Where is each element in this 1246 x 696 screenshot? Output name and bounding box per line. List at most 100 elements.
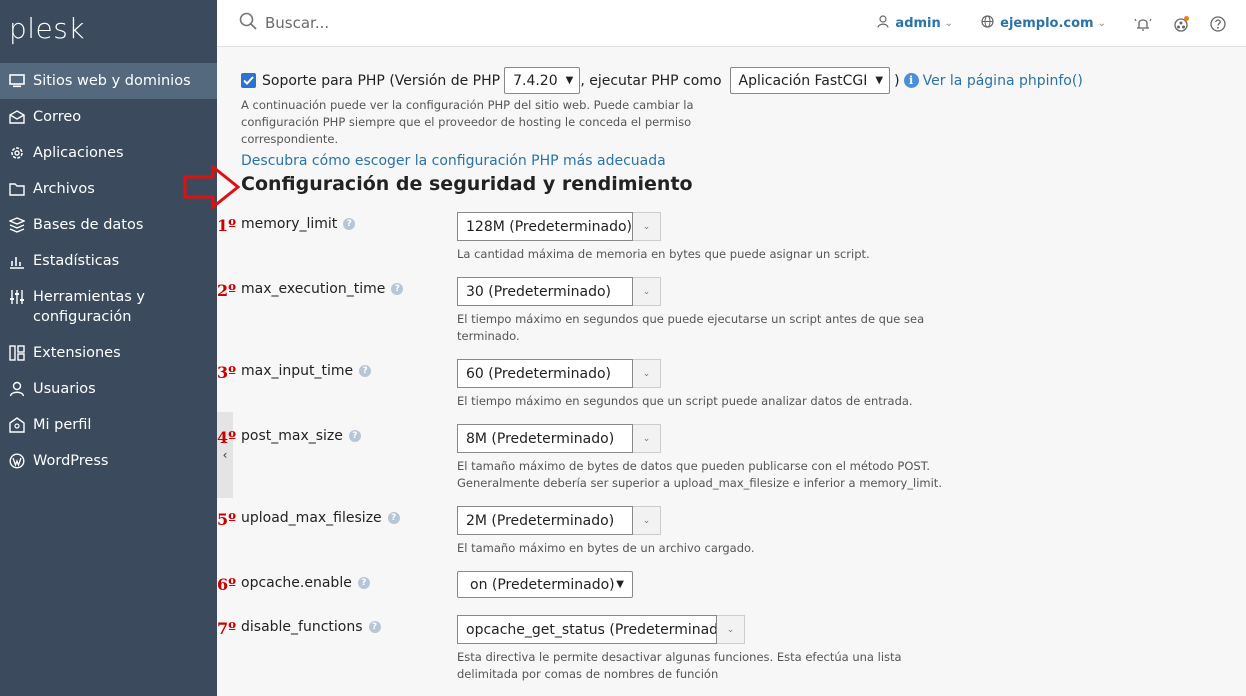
php-handler-label: , ejecutar PHP como — [580, 72, 722, 89]
sidebar-item-sitios-web[interactable]: Sitios web y dominios — [0, 63, 217, 99]
field-hint: El tamaño máximo de bytes de datos que p… — [457, 459, 942, 490]
sidebar-item-label: Sitios web y dominios — [33, 73, 191, 89]
field-name: post_max_size — [241, 428, 343, 444]
opcache-enable-select[interactable]: on (Predeterminado) ▼ — [457, 571, 633, 598]
post-max-size-input[interactable]: 8M (Predeterminado) — [457, 424, 633, 453]
help-icon[interactable]: ? — [387, 512, 400, 524]
field-marker: 2º — [217, 281, 237, 300]
field-hint: El tamaño máximo en bytes de un archivo … — [457, 541, 755, 555]
chevron-down-icon[interactable]: ⌄ — [633, 212, 661, 241]
field-label: disable_functions? — [241, 619, 381, 635]
sidebar-item-label: Archivos — [33, 181, 95, 197]
phpinfo-link[interactable]: Ver la página phpinfo() — [923, 73, 1083, 89]
chevron-down-icon[interactable]: ⌄ — [633, 424, 661, 453]
field-label: memory_limit? — [241, 216, 356, 232]
chevron-down-icon: ⌄ — [1097, 18, 1106, 29]
chevron-down-icon[interactable]: ⌄ — [633, 277, 661, 306]
sidebar-collapse-handle[interactable]: ‹ — [217, 412, 233, 498]
help-icon[interactable]: ? — [391, 283, 404, 295]
chevron-down-icon: ⌄ — [944, 18, 954, 29]
max-input-time-input[interactable]: 60 (Predeterminado) — [457, 359, 633, 388]
profile-icon — [8, 416, 26, 434]
help-icon[interactable]: ? — [368, 621, 381, 633]
sidebar-nav: Sitios web y dominios Correo Aplicacione… — [0, 63, 217, 479]
field-marker: 3º — [217, 363, 237, 382]
disable-functions-combobox[interactable]: opcache_get_status (Predeterminado ⌄ — [457, 615, 745, 644]
disable-functions-input[interactable]: opcache_get_status (Predeterminado — [457, 615, 717, 644]
max-execution-time-combobox[interactable]: 30 (Predeterminado) ⌄ — [457, 277, 661, 306]
chevron-down-icon[interactable]: ⌄ — [717, 615, 745, 644]
php-support-checkbox[interactable] — [241, 73, 256, 88]
user-icon — [877, 15, 890, 32]
sidebar-item-label: Aplicaciones — [33, 145, 124, 161]
php-handler-select[interactable]: Aplicación FastCGI ▼ — [729, 67, 891, 94]
stats-icon — [8, 252, 26, 270]
plesk-logo[interactable]: plesk — [9, 12, 85, 45]
gear-icon — [8, 144, 26, 162]
upload-max-filesize-combobox[interactable]: 2M (Predeterminado) ⌄ — [457, 506, 661, 535]
field-label: max_input_time? — [241, 363, 372, 379]
field-hint: El tiempo máximo en segundos que un scri… — [457, 394, 913, 408]
domain-menu[interactable]: ejemplo.com ⌄ — [981, 15, 1106, 32]
help-icon[interactable]: ? — [357, 577, 370, 589]
help-icon[interactable]: ? — [343, 218, 356, 230]
sidebar-item-label: Herramientas y configuración — [33, 289, 145, 325]
field-marker: 5º — [217, 510, 237, 529]
search-icon — [239, 12, 257, 34]
field-label: opcache.enable? — [241, 575, 370, 591]
section-title: Configuración de seguridad y rendimiento — [241, 173, 693, 195]
opcache-enable-value: on (Predeterminado) — [470, 576, 615, 593]
red-arrow-marker — [183, 163, 241, 213]
sidebar-item-label: Correo — [33, 109, 82, 125]
field-hint: La cantidad máxima de memoria en bytes q… — [457, 247, 870, 261]
sidebar-item-label: Usuarios — [33, 381, 96, 397]
sidebar-item-label: WordPress — [33, 453, 109, 469]
memory-limit-combobox[interactable]: 128M (Predeterminado) ⌄ — [457, 212, 661, 241]
search-input[interactable]: Buscar... — [265, 14, 329, 32]
chevron-down-icon[interactable]: ⌄ — [633, 359, 661, 388]
sidebar-item-label: Bases de datos — [33, 217, 144, 233]
chevron-down-icon: ▼ — [565, 75, 574, 86]
help-icon[interactable]: ? — [359, 365, 372, 377]
advisor-icon[interactable] — [1172, 15, 1190, 33]
sidebar-item-estadisticas[interactable]: Estadísticas — [0, 243, 217, 279]
max-execution-time-input[interactable]: 30 (Predeterminado) — [457, 277, 633, 306]
sidebar-item-usuarios[interactable]: Usuarios — [0, 371, 217, 407]
field-name: opcache.enable — [241, 575, 352, 591]
php-hint: A continuación puede ver la configuració… — [241, 98, 694, 146]
sidebar-item-herramientas[interactable]: Herramientas y configuración — [0, 279, 217, 335]
help-icon[interactable]: ? — [348, 430, 361, 442]
field-marker: 4º — [217, 428, 237, 447]
sidebar-item-extensiones[interactable]: Extensiones — [0, 335, 217, 371]
chevron-down-icon: ▼ — [616, 579, 624, 590]
sidebar-item-mi-perfil[interactable]: Mi perfil — [0, 407, 217, 443]
memory-limit-input[interactable]: 128M (Predeterminado) — [457, 212, 633, 241]
help-icon[interactable] — [1210, 15, 1226, 32]
sliders-icon — [8, 288, 26, 306]
field-label: upload_max_filesize? — [241, 510, 400, 526]
post-max-size-combobox[interactable]: 8M (Predeterminado) ⌄ — [457, 424, 661, 453]
globe-icon — [981, 15, 994, 32]
notifications-icon[interactable] — [1134, 16, 1152, 32]
max-input-time-combobox[interactable]: 60 (Predeterminado) ⌄ — [457, 359, 661, 388]
user-menu[interactable]: admin ⌄ — [877, 15, 953, 32]
field-name: upload_max_filesize — [241, 510, 382, 526]
chevron-down-icon[interactable]: ⌄ — [633, 506, 661, 535]
field-name: max_execution_time — [241, 281, 386, 297]
php-guide-link[interactable]: Descubra cómo escoger la configuración P… — [241, 153, 666, 169]
field-hint: El tiempo máximo en segundos que puede e… — [457, 312, 925, 343]
info-icon: i — [903, 73, 919, 88]
wordpress-icon — [8, 452, 26, 470]
search-box[interactable]: Buscar... — [239, 12, 329, 34]
extensions-icon — [8, 344, 26, 362]
chevron-left-icon: ‹ — [222, 448, 228, 462]
php-support-row: Soporte para PHP (Versión de PHP 7.4.20 ▼… — [241, 67, 1083, 94]
topbar: Buscar... admin ⌄ ejemplo.com ⌄ — [217, 0, 1246, 47]
field-marker: 6º — [217, 575, 237, 594]
php-version-value: 7.4.20 — [513, 72, 558, 89]
field-marker: 7º — [217, 619, 237, 638]
sidebar-item-wordpress[interactable]: WordPress — [0, 443, 217, 479]
upload-max-filesize-input[interactable]: 2M (Predeterminado) — [457, 506, 633, 535]
sidebar-item-correo[interactable]: Correo — [0, 99, 217, 135]
php-version-select[interactable]: 7.4.20 ▼ — [504, 67, 581, 94]
